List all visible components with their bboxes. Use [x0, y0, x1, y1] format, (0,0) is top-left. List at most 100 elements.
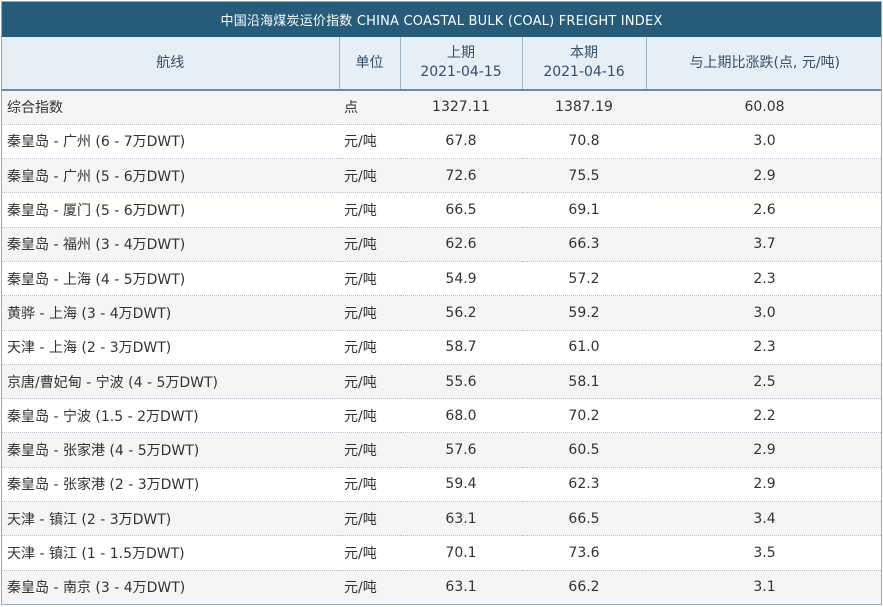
column-header-change: 与上期比涨跌(点, 元/吨): [646, 37, 881, 91]
current-value-cell: 1387.19: [522, 90, 646, 125]
change-value-cell: 3.0: [646, 124, 881, 160]
change-value-cell: 2.6: [646, 192, 881, 228]
table-body: 综合指数点 1327.11 1387.19 60.08 秦皇岛 - 广州 (6 - 7万…: [2, 90, 881, 604]
route-cell: 秦皇岛 - 广州 (6 - 7万DWT): [2, 124, 339, 160]
current-value-cell: 60.5: [522, 432, 646, 468]
previous-value-cell: 63.1: [400, 570, 522, 604]
route-cell: 秦皇岛 - 张家港 (2 - 3万DWT): [2, 467, 339, 503]
current-value-cell: 57.2: [522, 261, 646, 297]
unit-cell: 元/吨: [339, 398, 400, 434]
previous-date: 2021-04-15: [420, 64, 502, 80]
change-value-cell: 60.08: [646, 90, 881, 125]
table-row: 天津 - 镇江 (1 - 1.5万DWT) 元/吨 70.1 73.6 3.5: [2, 535, 881, 571]
change-value-cell: 2.5: [646, 364, 881, 400]
route-cell: 天津 - 镇江 (1 - 1.5万DWT): [2, 535, 339, 571]
current-value-cell: 59.2: [522, 295, 646, 331]
previous-value-cell: 70.1: [400, 535, 522, 571]
unit-cell: 元/吨: [339, 501, 400, 537]
table-row: 秦皇岛 - 张家港 (2 - 3万DWT) 元/吨 59.4 62.3 2.9: [2, 467, 881, 503]
table-row: 秦皇岛 - 张家港 (4 - 5万DWT) 元/吨 57.6 60.5 2.9: [2, 432, 881, 468]
previous-value-cell: 54.9: [400, 261, 522, 297]
route-cell: 秦皇岛 - 广州 (5 - 6万DWT): [2, 158, 339, 194]
column-header-previous: 上期 2021-04-15: [400, 37, 523, 91]
table-row: 秦皇岛 - 广州 (5 - 6万DWT) 元/吨 72.6 75.5 2.9: [2, 158, 881, 194]
route-cell: 天津 - 上海 (2 - 3万DWT): [2, 330, 339, 365]
route-cell: 秦皇岛 - 厦门 (5 - 6万DWT): [2, 192, 339, 228]
unit-cell: 元/吨: [339, 467, 400, 503]
unit-cell: 元/吨: [339, 570, 400, 604]
freight-index-panel: 中国沿海煤炭运价指数 CHINA COASTAL BULK (COAL) FRE…: [1, 1, 882, 605]
current-value-cell: 62.3: [522, 467, 646, 503]
change-value-cell: 2.9: [646, 158, 881, 194]
route-cell: 天津 - 镇江 (2 - 3万DWT): [2, 501, 339, 537]
header-row: 航线 单位 上期 2021-04-15 本期 2021-04-16 与上期比涨跌…: [2, 37, 881, 91]
unit-cell: 元/吨: [339, 432, 400, 468]
change-value-cell: 3.5: [646, 535, 881, 571]
column-header-route: 航线: [2, 37, 340, 91]
unit-cell: 元/吨: [339, 330, 400, 365]
change-value-cell: 2.2: [646, 398, 881, 434]
route-cell: 秦皇岛 - 福州 (3 - 4万DWT): [2, 227, 339, 262]
table-row: 秦皇岛 - 宁波 (1.5 - 2万DWT) 元/吨 68.0 70.2 2.2: [2, 398, 881, 434]
previous-value-cell: 59.4: [400, 467, 522, 503]
route-cell: 综合指数: [2, 90, 339, 125]
current-value-cell: 61.0: [522, 330, 646, 365]
previous-value-cell: 58.7: [400, 330, 522, 365]
unit-cell: 元/吨: [339, 158, 400, 194]
unit-cell: 元/吨: [339, 261, 400, 297]
previous-label: 上期: [447, 45, 475, 61]
previous-value-cell: 67.8: [400, 124, 522, 160]
change-value-cell: 3.7: [646, 227, 881, 262]
current-value-cell: 75.5: [522, 158, 646, 194]
unit-cell: 元/吨: [339, 295, 400, 331]
current-value-cell: 69.1: [522, 192, 646, 228]
route-cell: 秦皇岛 - 南京 (3 - 4万DWT): [2, 570, 339, 604]
unit-cell: 元/吨: [339, 124, 400, 160]
table-row: 京唐/曹妃甸 - 宁波 (4 - 5万DWT) 元/吨 55.6 58.1 2.5: [2, 364, 881, 400]
change-value-cell: 2.9: [646, 467, 881, 503]
column-header-unit: 单位: [339, 37, 401, 91]
change-value-cell: 2.3: [646, 330, 881, 365]
table-row: 秦皇岛 - 南京 (3 - 4万DWT) 元/吨 63.1 66.2 3.1: [2, 570, 881, 604]
change-value-cell: 3.4: [646, 501, 881, 537]
unit-cell: 元/吨: [339, 535, 400, 571]
route-cell: 秦皇岛 - 张家港 (4 - 5万DWT): [2, 432, 339, 468]
change-value-cell: 3.0: [646, 295, 881, 331]
change-value-cell: 2.3: [646, 261, 881, 297]
current-value-cell: 70.2: [522, 398, 646, 434]
route-cell: 京唐/曹妃甸 - 宁波 (4 - 5万DWT): [2, 364, 339, 400]
previous-value-cell: 63.1: [400, 501, 522, 537]
freight-index-table: 航线 单位 上期 2021-04-15 本期 2021-04-16 与上期比涨跌…: [2, 37, 881, 604]
current-value-cell: 73.6: [522, 535, 646, 571]
unit-cell: 元/吨: [339, 192, 400, 228]
previous-value-cell: 68.0: [400, 398, 522, 434]
table-title: 中国沿海煤炭运价指数 CHINA COASTAL BULK (COAL) FRE…: [2, 2, 881, 37]
current-value-cell: 70.8: [522, 124, 646, 160]
previous-value-cell: 56.2: [400, 295, 522, 331]
current-value-cell: 66.5: [522, 501, 646, 537]
column-header-current: 本期 2021-04-16: [522, 37, 647, 91]
unit-cell: 元/吨: [339, 227, 400, 262]
route-cell: 秦皇岛 - 宁波 (1.5 - 2万DWT): [2, 398, 339, 434]
change-value-cell: 3.1: [646, 570, 881, 604]
previous-value-cell: 62.6: [400, 227, 522, 262]
previous-value-cell: 57.6: [400, 432, 522, 468]
table-row: 天津 - 上海 (2 - 3万DWT) 元/吨 58.7 61.0 2.3: [2, 330, 881, 365]
current-value-cell: 66.2: [522, 570, 646, 604]
table-row: 综合指数点 1327.11 1387.19 60.08: [2, 90, 881, 125]
change-value-cell: 2.9: [646, 432, 881, 468]
table-row: 秦皇岛 - 厦门 (5 - 6万DWT) 元/吨 66.5 69.1 2.6: [2, 192, 881, 228]
previous-value-cell: 72.6: [400, 158, 522, 194]
current-label: 本期: [570, 45, 598, 61]
route-cell: 秦皇岛 - 上海 (4 - 5万DWT): [2, 261, 339, 297]
table-row: 秦皇岛 - 福州 (3 - 4万DWT) 元/吨 62.6 66.3 3.7: [2, 227, 881, 262]
current-value-cell: 66.3: [522, 227, 646, 262]
table-row: 秦皇岛 - 广州 (6 - 7万DWT) 元/吨 67.8 70.8 3.0: [2, 124, 881, 160]
previous-value-cell: 1327.11: [400, 90, 522, 125]
table-row: 天津 - 镇江 (2 - 3万DWT) 元/吨 63.1 66.5 3.4: [2, 501, 881, 537]
table-row: 黄骅 - 上海 (3 - 4万DWT) 元/吨 56.2 59.2 3.0: [2, 295, 881, 331]
previous-value-cell: 55.6: [400, 364, 522, 400]
current-value-cell: 58.1: [522, 364, 646, 400]
unit-cell: 元/吨: [339, 364, 400, 400]
route-cell: 黄骅 - 上海 (3 - 4万DWT): [2, 295, 339, 331]
